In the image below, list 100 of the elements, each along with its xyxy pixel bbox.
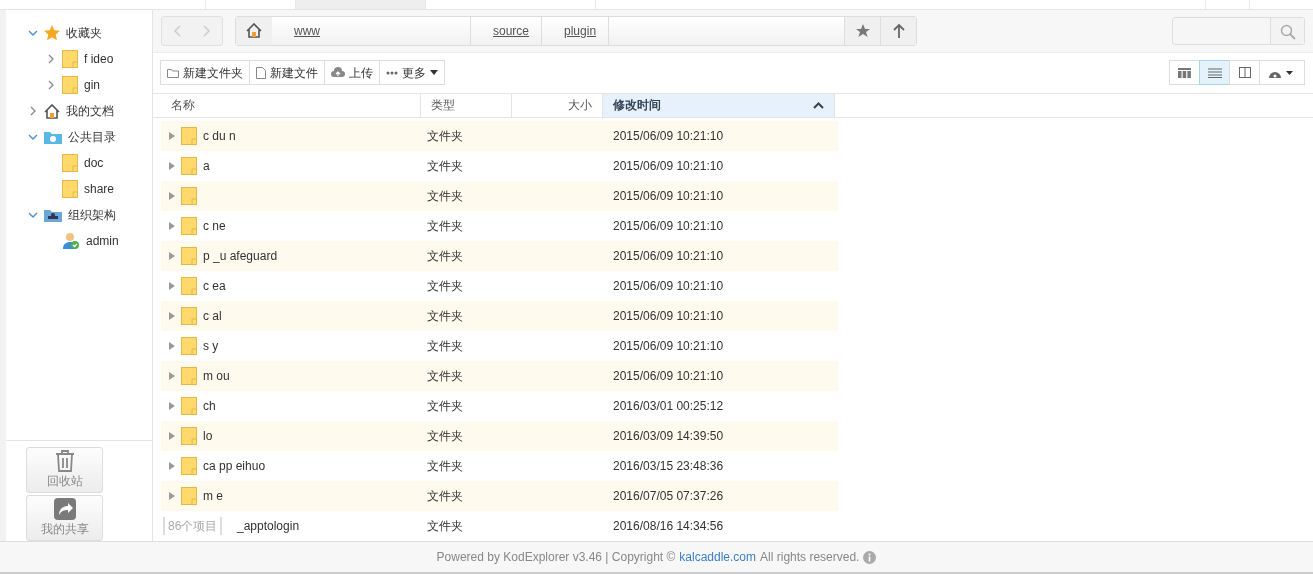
expand-arrow-icon[interactable] bbox=[169, 432, 175, 440]
folder-icon bbox=[181, 367, 197, 385]
file-name: m e bbox=[203, 488, 223, 505]
file-row[interactable]: c ea 文件夹 2015/06/09 10:21:10 bbox=[161, 271, 838, 301]
more-button[interactable]: 更多 bbox=[379, 60, 445, 86]
tree-item[interactable]: doc bbox=[84, 154, 104, 172]
caret-icon bbox=[430, 70, 438, 76]
theme-button[interactable] bbox=[1259, 60, 1305, 86]
modified-time: 2016/08/16 14:34:56 bbox=[613, 519, 724, 533]
file-name: m ou bbox=[203, 368, 230, 385]
file-row[interactable]: c du n 文件夹 2015/06/09 10:21:10 bbox=[161, 121, 838, 151]
expand-arrow-icon[interactable] bbox=[169, 342, 175, 350]
file-row[interactable]: 文件夹 2015/06/09 10:21:10 bbox=[161, 181, 838, 211]
expand-arrow-icon[interactable] bbox=[169, 402, 175, 410]
file-row[interactable]: p _u afeguard 文件夹 2015/06/09 10:21:10 bbox=[161, 241, 838, 271]
file-row[interactable]: c ne 文件夹 2015/06/09 10:21:10 bbox=[161, 211, 838, 241]
expand-arrow-icon[interactable] bbox=[169, 282, 175, 290]
expand-arrow-icon[interactable] bbox=[169, 312, 175, 320]
folder-icon bbox=[167, 67, 179, 78]
home-button[interactable] bbox=[236, 16, 272, 45]
cloud-upload-icon bbox=[331, 67, 345, 79]
modified-time: 2015/06/09 10:21:10 bbox=[613, 279, 724, 293]
file-name: _apptologin bbox=[237, 518, 300, 535]
modified-time: 2015/06/09 10:21:10 bbox=[613, 339, 724, 353]
up-button[interactable] bbox=[880, 16, 916, 45]
file-type: 文件夹 bbox=[427, 219, 463, 233]
new-folder-button[interactable]: 新建文件夹 bbox=[160, 60, 250, 86]
folder-icon bbox=[181, 157, 197, 175]
file-name: c ea bbox=[203, 278, 226, 295]
file-row[interactable]: c al 文件夹 2015/06/09 10:21:10 bbox=[161, 301, 838, 331]
folder-icon bbox=[181, 247, 197, 265]
tree-item[interactable]: gin bbox=[84, 76, 100, 94]
tree-item[interactable]: 我的文档 bbox=[66, 102, 114, 120]
expand-arrow-icon[interactable] bbox=[169, 132, 175, 140]
column-header[interactable]: 类型 bbox=[421, 93, 512, 117]
file-name: c du n bbox=[203, 128, 236, 145]
favorite-button[interactable] bbox=[844, 16, 880, 45]
home-icon bbox=[44, 103, 60, 119]
file-name: ca pp eihuo bbox=[203, 458, 266, 475]
modified-time: 2016/07/05 07:37:26 bbox=[613, 489, 724, 503]
file-type: 文件夹 bbox=[427, 399, 463, 413]
expand-arrow-icon[interactable] bbox=[169, 372, 175, 380]
item-count: 86个项目 bbox=[163, 517, 223, 535]
tree-item[interactable]: f ideo bbox=[84, 50, 114, 68]
file-row[interactable]: lo 文件夹 2016/03/09 14:39:50 bbox=[161, 421, 838, 451]
folder-icon bbox=[181, 307, 197, 325]
modified-time: 2015/06/09 10:21:10 bbox=[613, 189, 724, 203]
modified-time: 2016/03/15 23:48:36 bbox=[613, 459, 724, 473]
expand-arrow-icon[interactable] bbox=[169, 252, 175, 260]
modified-time: 2016/03/09 14:39:50 bbox=[613, 429, 724, 443]
folder-icon bbox=[181, 187, 197, 205]
breadcrumb-item[interactable]: plugin bbox=[542, 16, 610, 45]
home-icon bbox=[246, 23, 262, 39]
breadcrumb-item[interactable]: source bbox=[471, 16, 543, 45]
tree-item[interactable]: admin bbox=[86, 232, 119, 250]
search-button[interactable] bbox=[1270, 17, 1304, 44]
upload-button[interactable]: 上传 bbox=[324, 60, 380, 86]
group-folder-icon bbox=[44, 208, 62, 222]
file-name: lo bbox=[203, 428, 213, 445]
column-header[interactable]: 修改时间 bbox=[603, 93, 835, 117]
expand-arrow-icon[interactable] bbox=[169, 462, 175, 470]
modified-time: 2015/06/09 10:21:10 bbox=[613, 309, 724, 323]
file-name: ch bbox=[203, 398, 216, 415]
tree-item[interactable]: 组织架构 bbox=[68, 206, 116, 224]
sort-up-icon bbox=[813, 101, 824, 109]
expand-arrow-icon[interactable] bbox=[169, 162, 175, 170]
file-name: c ne bbox=[203, 218, 226, 235]
file-row[interactable]: a 文件夹 2015/06/09 10:21:10 bbox=[161, 151, 838, 181]
grid-view-icon bbox=[1178, 67, 1191, 78]
footer-text: All rights reserved. bbox=[760, 549, 860, 566]
expand-arrow-icon[interactable] bbox=[169, 222, 175, 230]
file-type: 文件夹 bbox=[427, 189, 463, 203]
file-row[interactable]: ca pp eihuo 文件夹 2016/03/15 23:48:36 bbox=[161, 451, 838, 481]
trash-icon bbox=[54, 450, 75, 472]
tree-item[interactable]: 公共目录 bbox=[68, 128, 116, 146]
modified-time: 2015/06/09 10:21:10 bbox=[613, 159, 724, 173]
user-icon bbox=[62, 232, 80, 250]
breadcrumb-item[interactable]: www bbox=[272, 16, 471, 45]
footer-link[interactable]: kalcaddle.com bbox=[679, 548, 757, 566]
file-row[interactable]: s y 文件夹 2015/06/09 10:21:10 bbox=[161, 331, 838, 361]
file-row[interactable]: m ou 文件夹 2015/06/09 10:21:10 bbox=[161, 361, 838, 391]
file-icon bbox=[256, 66, 266, 79]
file-type: 文件夹 bbox=[427, 519, 463, 533]
tree-item[interactable]: share bbox=[84, 180, 115, 198]
column-header[interactable]: 名称 bbox=[161, 93, 421, 117]
folder-icon bbox=[181, 127, 197, 145]
file-row[interactable]: m e 文件夹 2016/07/05 07:37:26 bbox=[161, 481, 838, 511]
view-button[interactable] bbox=[1229, 60, 1260, 86]
file-row[interactable]: ch 文件夹 2016/03/01 00:25:12 bbox=[161, 391, 838, 421]
search-field[interactable] bbox=[1172, 16, 1305, 45]
info-icon[interactable] bbox=[863, 550, 877, 564]
file-name: a bbox=[203, 158, 210, 175]
view-button[interactable] bbox=[1169, 60, 1200, 86]
file-type: 文件夹 bbox=[427, 429, 463, 443]
folder-icon bbox=[62, 76, 78, 94]
expand-arrow-icon[interactable] bbox=[169, 492, 175, 500]
expand-arrow-icon[interactable] bbox=[169, 192, 175, 200]
new-file-button[interactable]: 新建文件 bbox=[249, 60, 325, 86]
folder-icon bbox=[181, 457, 197, 475]
tree-item[interactable]: 收藏夹 bbox=[66, 24, 102, 42]
